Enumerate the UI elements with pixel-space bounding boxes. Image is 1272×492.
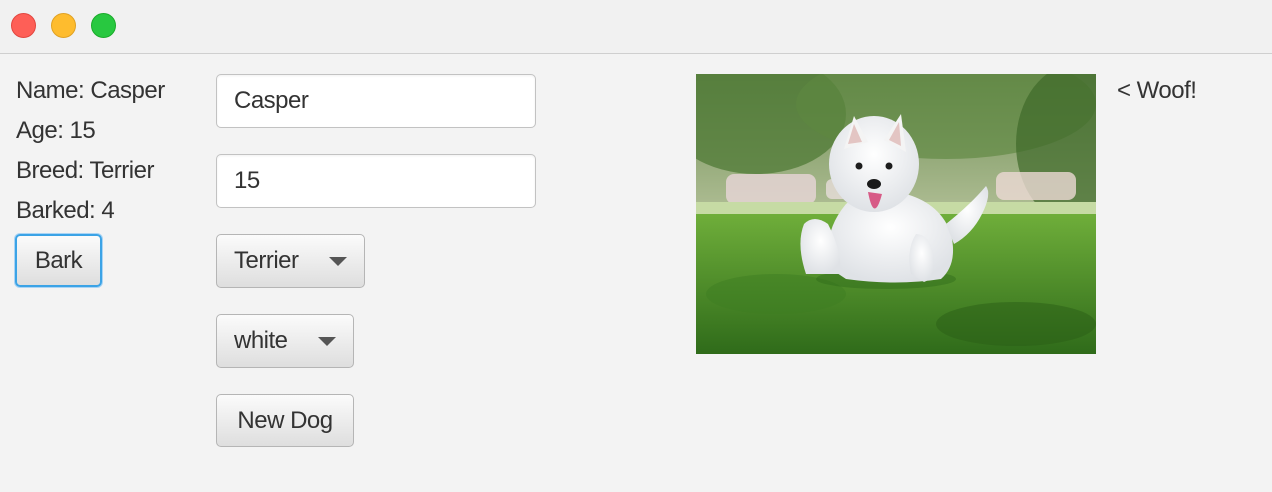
name-input[interactable]: Casper [216, 74, 536, 128]
age-input-value: 15 [234, 167, 260, 194]
age-input[interactable]: 15 [216, 154, 536, 208]
color-dropdown[interactable]: white [216, 314, 354, 368]
woof-speech-label: < Woof! [1117, 77, 1197, 104]
new-dog-button[interactable]: New Dog [216, 394, 354, 447]
color-dropdown-value: white [234, 327, 288, 354]
title-bar [0, 0, 1272, 54]
close-window-icon[interactable] [11, 13, 36, 38]
breed-dropdown[interactable]: Terrier [216, 234, 365, 288]
bark-button[interactable]: Bark [15, 234, 102, 287]
name-input-value: Casper [234, 87, 309, 114]
age-label: Age: 15 [16, 117, 96, 144]
name-label: Name: Casper [16, 77, 165, 104]
chevron-down-icon [318, 337, 336, 346]
minimize-window-icon[interactable] [51, 13, 76, 38]
maximize-window-icon[interactable] [91, 13, 116, 38]
breed-label: Breed: Terrier [16, 157, 154, 184]
dog-photo-illustration [696, 74, 1096, 354]
app-window: Name: Casper Age: 15 Breed: Terrier Bark… [0, 0, 1272, 492]
barked-count-label: Barked: 4 [16, 197, 115, 224]
breed-dropdown-value: Terrier [234, 247, 299, 274]
dog-photo [696, 74, 1096, 354]
chevron-down-icon [329, 257, 347, 266]
